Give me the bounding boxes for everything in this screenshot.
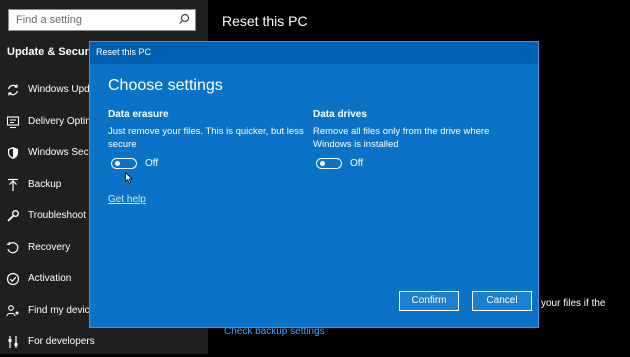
dialog-titlebar: Reset this PC [90,42,538,64]
delivery-icon [6,116,20,129]
page-title: Reset this PC [222,13,308,29]
dialog-title: Reset this PC [96,47,152,57]
get-help-link[interactable]: Get help [108,194,146,205]
sidebar-item-label: For developers [28,336,95,347]
mouse-cursor-icon [125,172,133,184]
sidebar-item-label: Activation [28,273,72,284]
toggle-knob [115,161,120,166]
data-drives-toggle[interactable] [316,158,342,169]
section-title: Update & Security [7,46,102,58]
person-pin-icon [6,305,19,317]
reset-pc-dialog: Reset this PC Choose settings Data erasu… [89,41,539,328]
data-erasure-description: Just remove your files. This is quicker,… [108,125,304,151]
dialog-heading: Choose settings [108,77,223,94]
search-placeholder: Find a setting [16,14,83,26]
data-erasure-label: Data erasure [108,109,169,120]
sidebar-item-for-developers[interactable]: For developers [0,329,208,357]
data-drives-description-line2: Windows is installed [313,139,399,150]
confirm-button[interactable]: Confirm [399,291,459,311]
check-circle-icon [6,272,20,286]
recovery-icon [6,242,19,254]
wrench-icon [7,210,19,222]
data-erasure-toggle[interactable] [111,158,137,169]
search-input[interactable]: Find a setting [8,9,196,31]
data-erasure-description-line2: secure [108,139,137,150]
data-erasure-description-line1: Just remove your files. This is quicker,… [108,126,304,137]
sidebar-item-label: Backup [28,179,62,190]
shield-icon [8,147,18,159]
data-drives-description: Remove all files only from the drive whe… [313,125,489,151]
sidebar-item-label: Find my device [28,305,96,316]
toggle-knob [320,161,325,166]
data-drives-label: Data drives [313,109,367,120]
developer-icon [8,336,18,348]
background-partial-text: your files if the [541,298,606,309]
search-icon[interactable] [178,13,190,25]
data-drives-description-line1: Remove all files only from the drive whe… [313,126,490,137]
sync-icon [7,84,19,96]
data-drives-toggle-state: Off [350,158,364,169]
data-erasure-toggle-state: Off [145,158,159,169]
sidebar-item-label: Troubleshoot [28,210,86,221]
cancel-button[interactable]: Cancel [472,291,532,311]
sidebar-item-label: Recovery [28,242,71,253]
backup-arrow-icon [8,178,18,191]
